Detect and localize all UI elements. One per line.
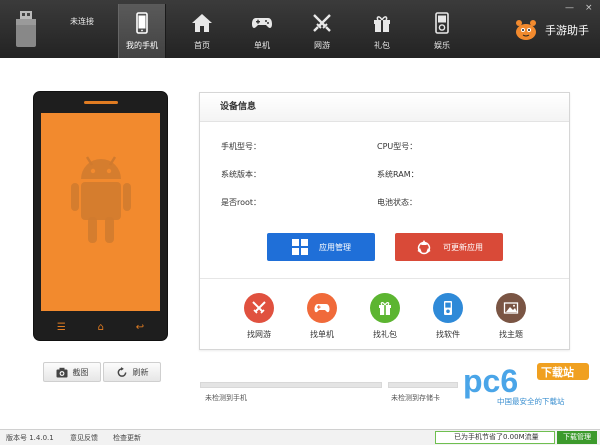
- phone-keys: ☰ ⌂ ↩: [41, 318, 160, 336]
- android-robot-icon: [71, 156, 131, 243]
- nav-single-player[interactable]: 单机: [238, 4, 286, 58]
- find-single-player[interactable]: 找单机: [298, 293, 346, 340]
- find-gift[interactable]: 找礼包: [361, 293, 409, 340]
- nav-label: 娱乐: [434, 41, 450, 50]
- find-label: 找主题: [499, 330, 523, 339]
- brand-name: 手游助手: [545, 24, 589, 37]
- nav-online-games[interactable]: 网游: [298, 4, 346, 58]
- gift-icon: [370, 293, 400, 323]
- brand: 手游助手: [513, 18, 589, 42]
- panel-title: 设备信息: [200, 93, 569, 122]
- refresh-button[interactable]: 刷新: [103, 362, 161, 382]
- usb-device-icon: [16, 11, 36, 47]
- nav-entertainment[interactable]: 娱乐: [418, 4, 466, 58]
- nav-label: 我的手机: [126, 41, 158, 50]
- home-icon: [192, 14, 212, 32]
- find-label: 找软件: [436, 330, 460, 339]
- pc6-logo-icon: pc6 下载站 中国最安全的下载站: [463, 363, 589, 406]
- picture-icon: [496, 293, 526, 323]
- nav-gift[interactable]: 礼包: [358, 4, 406, 58]
- camera-icon: [56, 367, 67, 377]
- connection-status: 未连接: [70, 17, 94, 26]
- sdcard-storage-bar: [388, 382, 458, 388]
- nav-label: 礼包: [374, 41, 390, 50]
- phone-icon: [136, 12, 148, 34]
- refresh-label: 刷新: [132, 367, 149, 377]
- gamepad-icon: [252, 18, 272, 28]
- find-label: 找网游: [247, 330, 271, 339]
- swords-icon: [313, 14, 331, 32]
- pc6-slogan-text: 中国最安全的下载站: [497, 396, 565, 406]
- back-key-icon: ↩: [135, 321, 145, 333]
- media-player-icon: [433, 293, 463, 323]
- find-label: 找单机: [310, 330, 334, 339]
- pc6-badge-text: 下载站: [541, 365, 574, 379]
- cpu-model-label: CPU型号：: [377, 142, 418, 151]
- phone-model-label: 手机型号：: [221, 142, 261, 151]
- nav-my-phone[interactable]: 我的手机: [118, 4, 166, 58]
- updatable-apps-label: 可更新应用: [443, 242, 483, 252]
- feedback-link[interactable]: 意见反馈: [70, 433, 98, 443]
- traffic-saved-indicator: 已为手机节省了0.00M流量: [435, 431, 555, 444]
- system-ram-label: 系统RAM：: [377, 170, 419, 179]
- swords-icon: [244, 293, 274, 323]
- pc6-watermark: pc6 下载站 中国最安全的下载站: [463, 360, 593, 410]
- panel-divider: [200, 278, 569, 279]
- app-manage-label: 应用管理: [319, 242, 351, 252]
- app-grid-icon: [292, 239, 308, 255]
- close-button[interactable]: ×: [585, 3, 593, 13]
- nav-label: 单机: [254, 41, 270, 50]
- find-theme[interactable]: 找主题: [487, 293, 535, 340]
- phone-storage-bar: [200, 382, 382, 388]
- nav-label: 首页: [194, 41, 210, 50]
- check-update-link[interactable]: 检查更新: [113, 433, 141, 443]
- find-software[interactable]: 找软件: [424, 293, 472, 340]
- nav-label: 网游: [314, 41, 330, 50]
- pc6-logo-text: pc6: [463, 363, 518, 399]
- find-online-games[interactable]: 找网游: [235, 293, 283, 340]
- phone-illustration: ☰ ⌂ ↩: [33, 91, 168, 341]
- phone-speaker: [84, 101, 118, 104]
- brand-mascot-icon: [516, 20, 536, 40]
- phone-storage-label: 未检测到手机: [205, 394, 247, 402]
- top-bar: 未连接 我的手机 首页 单机 网游 礼包 娱乐 手游助手 — ×: [0, 0, 600, 58]
- gamepad-icon: [307, 293, 337, 323]
- device-info-panel: 设备信息 手机型号： CPU型号： 系统版本： 系统RAM： 是否root： 电…: [199, 92, 570, 350]
- version-label: 版本号 1.4.0.1: [6, 434, 54, 442]
- status-bar: 版本号 1.4.0.1 意见反馈 检查更新 已为手机节省了0.00M流量 下载管…: [0, 429, 600, 445]
- updatable-apps-button[interactable]: 可更新应用: [395, 233, 503, 261]
- screenshot-button[interactable]: 截图: [43, 362, 101, 382]
- home-key-icon: ⌂: [97, 321, 104, 333]
- gift-icon: [374, 16, 390, 32]
- find-label: 找礼包: [373, 330, 397, 339]
- sdcard-storage-label: 未检测到存储卡: [391, 394, 440, 402]
- phone-screen: [41, 113, 160, 311]
- refresh-icon: [117, 366, 126, 377]
- main-nav: 我的手机 首页 单机 网游 礼包 娱乐: [118, 4, 478, 58]
- app-manage-button[interactable]: 应用管理: [267, 233, 375, 261]
- battery-status-label: 电池状态：: [377, 198, 417, 207]
- screenshot-label: 截图: [72, 367, 89, 377]
- nav-home[interactable]: 首页: [178, 4, 226, 58]
- recycle-icon: [417, 240, 431, 255]
- minimize-button[interactable]: —: [565, 3, 574, 13]
- system-version-label: 系统版本：: [221, 170, 261, 179]
- menu-key-icon: ☰: [56, 321, 66, 333]
- download-manager-button[interactable]: 下载管理: [557, 431, 597, 444]
- root-status-label: 是否root：: [221, 198, 262, 207]
- media-player-icon: [435, 12, 449, 34]
